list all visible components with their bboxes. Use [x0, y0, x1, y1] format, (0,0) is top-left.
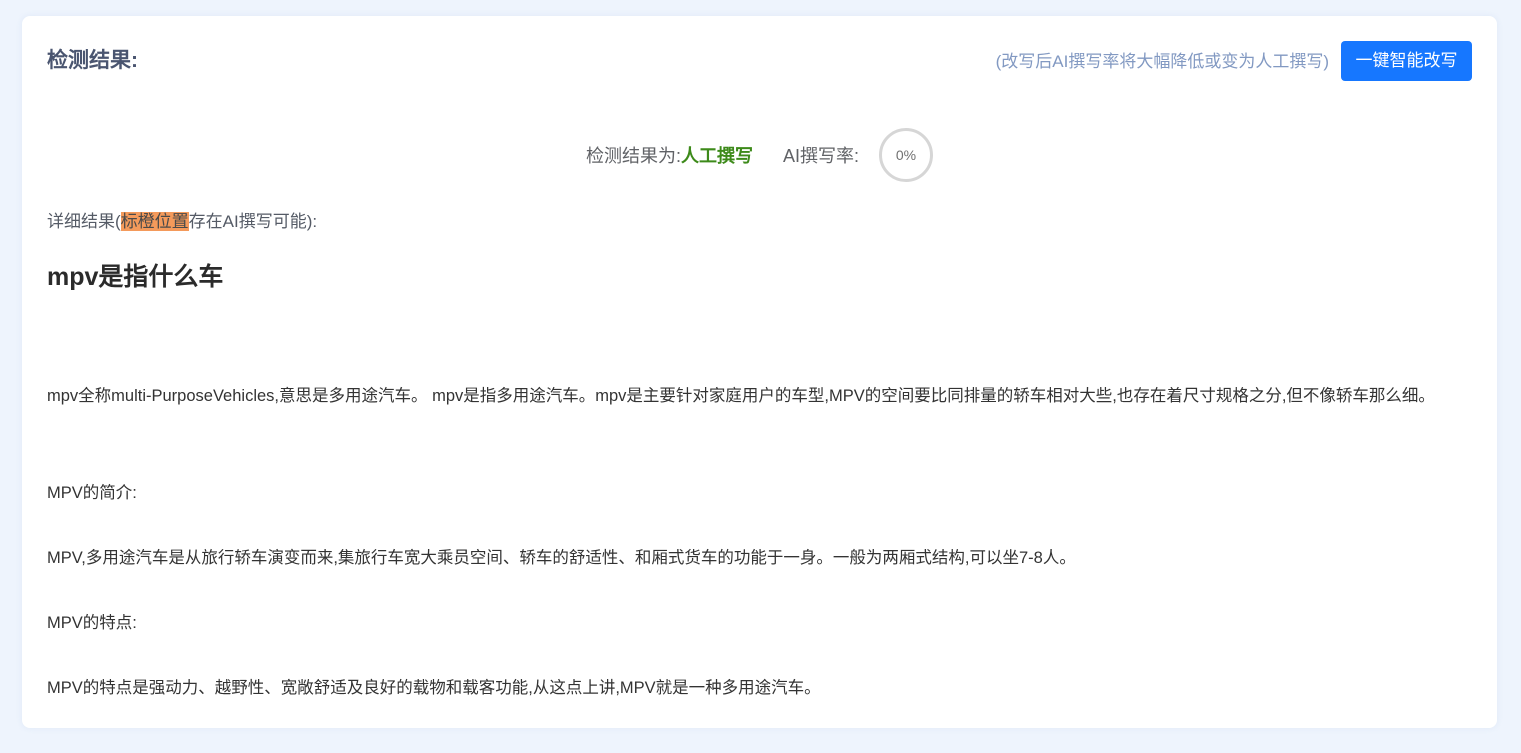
result-value: 人工撰写	[681, 146, 753, 166]
ai-rate-value: 0%	[895, 147, 917, 163]
article-paragraph: MPV的特点:	[47, 614, 137, 632]
detail-suffix: 存在AI撰写可能):	[188, 212, 318, 231]
article-paragraph: mpv全称multi-PurposeVehicles,意思是多用途汽车。 mpv…	[47, 387, 1435, 405]
article-paragraph: MPV,多用途汽车是从旅行轿车演变而来,集旅行车宽大乘员空间、轿车的舒适性、和厢…	[47, 549, 1076, 567]
result-label: 检测结果为:	[585, 146, 681, 166]
page-title: 检测结果:	[47, 49, 138, 72]
article-paragraph: MPV的简介:	[47, 484, 137, 502]
result-summary: 检测结果为: 人工撰写 AI撰写率: 0%	[22, 126, 1497, 184]
article-content: mpv是指什么车 mpv全称multi-PurposeVehicles,意思是多…	[47, 256, 1467, 697]
highlight-sample: 标橙位置	[120, 212, 189, 231]
detail-legend: 详细结果(标橙位置存在AI撰写可能):	[47, 209, 317, 235]
rewrite-hint: (改写后AI撰写率将大幅降低或变为人工撰写)	[995, 52, 1329, 71]
article-title: mpv是指什么车	[47, 263, 224, 291]
ai-rate-gauge: 0%	[879, 128, 934, 182]
ai-rate-label: AI撰写率:	[783, 146, 860, 166]
smart-rewrite-button[interactable]: 一键智能改写	[1341, 41, 1472, 81]
article-paragraph: MPV的特点是强动力、越野性、宽敞舒适及良好的载物和载客功能,从这点上讲,MPV…	[47, 679, 821, 697]
detail-prefix: 详细结果(	[47, 212, 121, 231]
result-card: 检测结果: (改写后AI撰写率将大幅降低或变为人工撰写) 一键智能改写 检测结果…	[22, 16, 1497, 728]
